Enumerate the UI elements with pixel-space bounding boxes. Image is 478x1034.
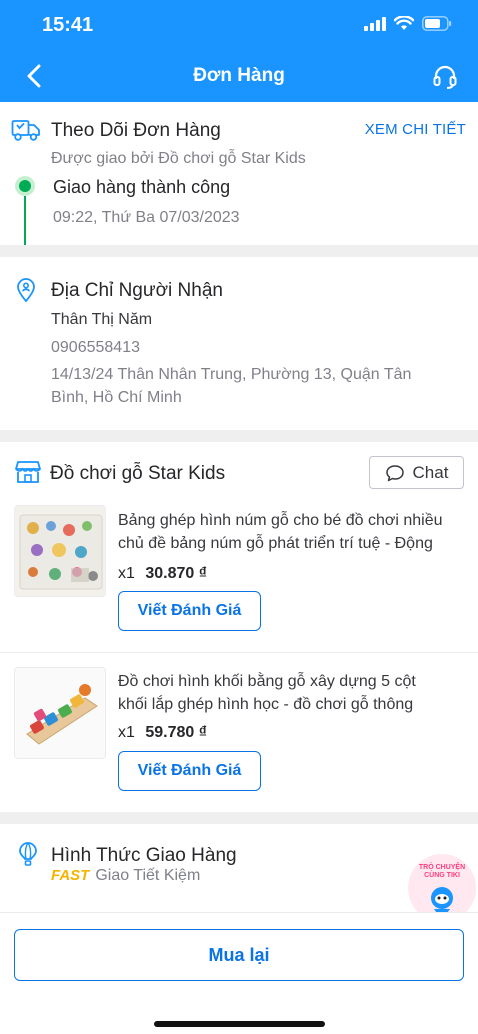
status-icons	[364, 16, 452, 31]
timeline-line	[24, 196, 26, 246]
section-divider	[0, 245, 478, 257]
headset-icon	[433, 65, 457, 89]
write-review-button[interactable]: Viết Đánh Giá	[118, 591, 261, 631]
shop-name: Đồ chơi gỗ Star Kids	[50, 463, 226, 484]
product-quantity: x1	[118, 565, 135, 582]
product-amount: 59.780 ₫	[145, 724, 207, 741]
header: Đơn Hàng	[0, 50, 478, 102]
shipping-method-label: Giao Tiết Kiệm	[95, 867, 201, 884]
buy-again-button[interactable]: Mua lại	[14, 929, 464, 981]
wooden-puzzle-image	[15, 506, 105, 596]
carrier-text: Được giao bởi Đồ chơi gỗ Star Kids	[51, 150, 306, 167]
delivery-truck-icon	[11, 116, 41, 144]
location-pin-icon	[14, 276, 38, 304]
view-details-link[interactable]: XEM CHI TIẾT	[365, 121, 466, 138]
recipient-phone: 0906558413	[51, 339, 140, 356]
support-button[interactable]	[430, 62, 460, 92]
signal-icon	[364, 16, 386, 31]
product-price: x1 30.870 ₫	[118, 565, 207, 583]
recipient-title: Địa Chỉ Người Nhận	[51, 280, 223, 301]
section-divider	[0, 812, 478, 824]
status-bar: 15:41	[0, 0, 478, 50]
chat-label: Chat	[412, 462, 449, 482]
product-image[interactable]	[14, 667, 106, 759]
wifi-icon	[394, 16, 414, 30]
battery-icon	[422, 16, 452, 31]
recipient-name: Thân Thị Năm	[51, 311, 153, 328]
product-quantity: x1	[118, 724, 135, 741]
home-indicator[interactable]	[154, 1021, 325, 1027]
bottom-action-bar: Mua lại	[0, 912, 478, 1034]
product-name[interactable]: Bảng ghép hình núm gỗ cho bé đồ chơi nhi…	[118, 509, 470, 555]
delivery-timestamp: 09:22, Thứ Ba 07/03/2023	[53, 209, 240, 226]
tracking-title: Theo Dõi Đơn Hàng	[51, 120, 221, 141]
page-title: Đơn Hàng	[193, 65, 285, 86]
row-separator	[0, 652, 478, 653]
product-image[interactable]	[14, 505, 106, 597]
shipping-method: FAST Giao Tiết Kiệm	[51, 867, 200, 885]
hot-air-balloon-icon	[16, 840, 40, 868]
chat-bubble-icon	[385, 464, 404, 481]
recipient-address-line2: Bình, Hồ Chí Minh	[51, 389, 182, 406]
wooden-blocks-image	[15, 668, 105, 758]
chat-button[interactable]: Chat	[369, 456, 464, 489]
store-icon	[15, 459, 41, 485]
fast-badge: FAST	[51, 867, 90, 884]
section-divider	[0, 430, 478, 442]
product-name[interactable]: Đồ chơi hình khối bằng gỗ xây dựng 5 cột…	[118, 670, 470, 716]
product-price: x1 59.780 ₫	[118, 724, 207, 742]
recipient-address-line1: 14/13/24 Thân Nhân Trung, Phường 13, Quậ…	[51, 366, 412, 383]
delivery-status: Giao hàng thành công	[53, 177, 231, 197]
write-review-button[interactable]: Viết Đánh Giá	[118, 751, 261, 791]
status-time: 15:41	[42, 14, 94, 36]
status-dot	[15, 176, 35, 196]
product-amount: 30.870 ₫	[145, 565, 207, 582]
shipping-title: Hình Thức Giao Hàng	[51, 845, 237, 866]
